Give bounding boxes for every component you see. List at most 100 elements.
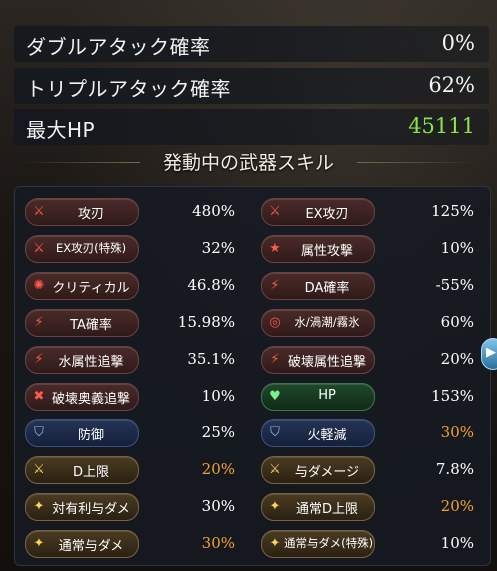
skill-value: 60% xyxy=(440,312,474,331)
skill-badge: ✦ 通常与ダメ xyxy=(25,530,139,559)
skill-label: HP xyxy=(318,387,336,403)
skill-label: D上限 xyxy=(72,465,109,481)
skill-value: 20% xyxy=(440,349,474,368)
skill-value: 25% xyxy=(201,423,235,442)
stat-label: 最大HP xyxy=(26,118,96,142)
slash-icon: ⚡ xyxy=(34,314,44,330)
skill-label: 通常与ダメ xyxy=(58,539,124,555)
stat-label: トリプルアタック確率 xyxy=(26,77,231,101)
skill-entry: ⛉ 火軽減 30% xyxy=(261,419,481,448)
skill-entry: ◎ 水/渦潮/霧氷 60% xyxy=(261,308,481,337)
skill-entry: ♥ HP 153% xyxy=(261,382,481,411)
skill-badge: ⚡ DA確率 xyxy=(261,271,375,300)
skill-badge: ◎ 水/渦潮/霧氷 xyxy=(261,308,375,337)
skill-label: 与ダメージ xyxy=(294,465,360,481)
skill-value: 35.1% xyxy=(187,349,235,368)
shield-icon: ⛉ xyxy=(34,425,44,441)
stat-row-double-attack: ダブルアタック確率 0% xyxy=(14,26,489,62)
star-icon: ★ xyxy=(269,240,281,256)
skill-label: 水/渦潮/霧氷 xyxy=(294,314,360,329)
sword-icon: ⚔ xyxy=(269,204,281,219)
skill-value: 15.98% xyxy=(177,312,235,331)
swirl-icon: ◎ xyxy=(269,314,281,330)
skill-entry: ⚡ 破壊属性追撃 20% xyxy=(261,345,481,374)
sword-icon: ⚔ xyxy=(33,462,45,478)
skill-badge: ★ 属性攻撃 xyxy=(261,234,375,263)
divider xyxy=(357,162,477,163)
skill-value: 10% xyxy=(440,534,474,553)
shield-icon: ⛉ xyxy=(270,425,280,441)
skill-label: 通常D上限 xyxy=(295,502,358,518)
chevron-right-icon: ▶ xyxy=(486,345,496,360)
skill-entry: ✖ 破壊奥義追撃 10% xyxy=(25,382,245,411)
skill-label: 属性攻撃 xyxy=(300,243,353,259)
skill-value: 30% xyxy=(201,497,235,516)
skill-value: 20% xyxy=(201,460,235,479)
skill-entry: ⚔ D上限 20% xyxy=(25,456,245,485)
skill-value: 125% xyxy=(431,202,474,220)
slash-icon: ⚡ xyxy=(34,351,44,367)
skill-badge: ⚔ EX攻刃 xyxy=(261,198,375,226)
skill-entry: ⚡ TA確率 15.98% xyxy=(25,308,245,337)
skill-value: 30% xyxy=(440,423,474,442)
skill-badge: ✦ 対有利与ダメ xyxy=(25,493,139,522)
skill-badge: ⛉ 防御 xyxy=(25,419,139,448)
skill-badge: ⚡ 破壊属性追撃 xyxy=(261,345,375,374)
skill-label: 防御 xyxy=(77,428,104,444)
skill-entry: ⚡ DA確率 -55% xyxy=(261,271,481,300)
skills-title: 発動中の武器スキル xyxy=(162,152,334,174)
cross-icon: ✖ xyxy=(33,388,45,404)
skill-badge: ✦ 通常D上限 xyxy=(261,493,375,522)
next-arrow-button[interactable]: ▶ xyxy=(481,338,497,370)
skill-badge: ⚡ TA確率 xyxy=(25,308,139,337)
skill-value: 10% xyxy=(440,238,474,257)
slash-icon: ⚡ xyxy=(270,277,280,293)
skill-badge: ⚔ 攻刃 xyxy=(25,198,139,226)
skill-label: 対有利与ダメ xyxy=(52,502,130,518)
skill-badge: ⚔ 与ダメージ xyxy=(261,456,375,485)
stat-row-max-hp: 最大HP 45111 xyxy=(14,109,489,145)
skill-entry: ✦ 通常与ダメ 30% xyxy=(25,530,245,559)
skill-value: 480% xyxy=(192,202,235,220)
skill-entry: ⛉ 防御 25% xyxy=(25,419,245,448)
skill-label: EX攻刃(特殊) xyxy=(55,240,127,255)
stat-label: ダブルアタック確率 xyxy=(26,35,211,59)
slash-icon: ⚡ xyxy=(270,351,280,367)
skill-entry: ✦ 通常D上限 20% xyxy=(261,493,481,522)
skill-badge: ✺ クリティカル xyxy=(25,271,139,300)
skill-label: 通常与ダメ(特殊) xyxy=(284,536,374,551)
burst-icon: ✺ xyxy=(33,277,45,293)
skill-entry: ✦ 通常与ダメ(特殊) 10% xyxy=(261,530,481,559)
skill-entry: ★ 属性攻撃 10% xyxy=(261,234,481,263)
sparkle-icon: ✦ xyxy=(269,499,281,515)
skill-value: 30% xyxy=(201,534,235,553)
stat-row-triple-attack: トリプルアタック確率 62% xyxy=(14,68,489,104)
sword-icon: ⚔ xyxy=(33,240,45,256)
skill-entry: ⚡ 水属性追撃 35.1% xyxy=(25,345,245,374)
skill-label: 火軽減 xyxy=(307,428,347,444)
skill-label: TA確率 xyxy=(70,317,112,333)
skill-badge: ⚔ D上限 xyxy=(25,456,139,485)
skill-value: -55% xyxy=(435,275,474,294)
skill-value: 46.8% xyxy=(187,275,235,294)
skill-label: クリティカル xyxy=(52,280,130,296)
skill-value: 32% xyxy=(201,238,235,257)
skill-label: 破壊奥義追撃 xyxy=(51,391,130,407)
heart-icon: ♥ xyxy=(269,388,281,404)
skill-label: 攻刃 xyxy=(77,207,104,222)
sparkle-icon: ✦ xyxy=(33,536,45,552)
skill-badge: ⛉ 火軽減 xyxy=(261,419,375,448)
skill-badge: ⚔ EX攻刃(特殊) xyxy=(25,234,139,263)
skill-entry: ⚔ 与ダメージ 7.8% xyxy=(261,456,481,485)
skill-badge: ⚡ 水属性追撃 xyxy=(25,345,139,374)
skill-badge: ✦ 通常与ダメ(特殊) xyxy=(261,530,375,559)
skill-label: 水属性追撃 xyxy=(58,354,124,370)
sword-icon: ⚔ xyxy=(33,204,45,219)
skill-label: 破壊属性追撃 xyxy=(287,354,366,370)
sword-icon: ⚔ xyxy=(269,462,281,478)
sparkle-icon: ✦ xyxy=(33,499,45,515)
skill-entry: ⚔ 攻刃 480% xyxy=(25,198,245,226)
sparkle-icon: ✦ xyxy=(269,536,281,552)
skill-label: DA確率 xyxy=(304,280,350,296)
skill-badge: ♥ HP xyxy=(261,382,375,411)
